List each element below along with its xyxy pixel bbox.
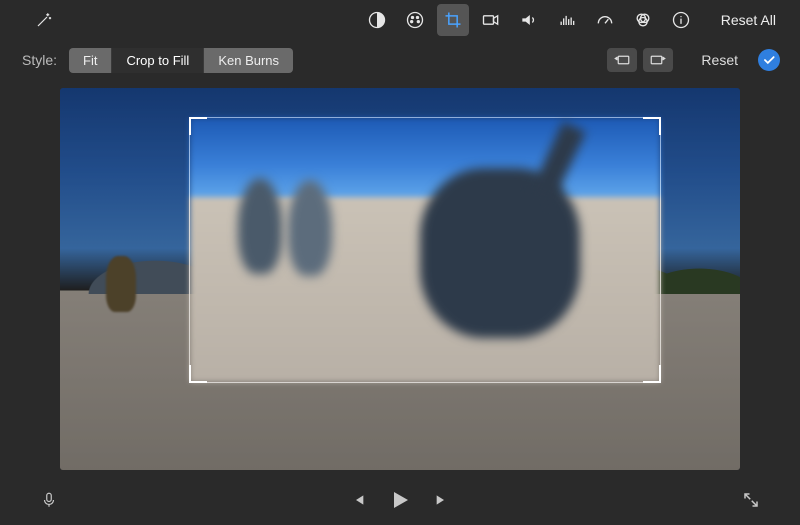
color-balance-icon[interactable]	[627, 4, 659, 36]
crop-handle-bottom-right[interactable]	[643, 365, 661, 383]
camera-icon[interactable]	[475, 4, 507, 36]
next-frame-button[interactable]	[434, 492, 450, 508]
style-option-fit[interactable]: Fit	[69, 48, 112, 73]
crop-selection[interactable]	[190, 118, 660, 382]
rotate-group	[607, 48, 673, 72]
crop-icon[interactable]	[437, 4, 469, 36]
crop-handle-bottom-left[interactable]	[189, 365, 207, 383]
inspector-toolbar: Reset All	[0, 0, 800, 40]
reset-all-button[interactable]: Reset All	[721, 12, 776, 28]
color-palette-icon[interactable]	[399, 4, 431, 36]
info-icon[interactable]	[665, 4, 697, 36]
style-segmented-control: Fit Crop to Fill Ken Burns	[69, 48, 293, 73]
preview-figure	[288, 180, 332, 276]
rotate-ccw-button[interactable]	[607, 48, 637, 72]
equalizer-icon[interactable]	[551, 4, 583, 36]
style-option-crop-to-fill[interactable]: Crop to Fill	[112, 48, 204, 73]
crop-handle-top-right[interactable]	[643, 117, 661, 135]
contrast-icon[interactable]	[361, 4, 393, 36]
speed-gauge-icon[interactable]	[589, 4, 621, 36]
fullscreen-button[interactable]	[742, 491, 760, 509]
style-option-ken-burns[interactable]: Ken Burns	[204, 48, 293, 73]
rotate-cw-button[interactable]	[643, 48, 673, 72]
playback-row	[0, 475, 800, 525]
apply-button[interactable]	[758, 49, 780, 71]
play-button[interactable]	[388, 488, 412, 512]
voiceover-mic-button[interactable]	[40, 489, 58, 511]
magic-wand-icon[interactable]	[28, 4, 60, 36]
prev-frame-button[interactable]	[350, 492, 366, 508]
style-label: Style:	[22, 52, 57, 68]
video-preview[interactable]	[60, 88, 740, 470]
preview-figure	[238, 178, 282, 274]
crop-style-row: Style: Fit Crop to Fill Ken Burns Reset	[0, 40, 800, 80]
reset-button[interactable]: Reset	[701, 52, 738, 68]
crop-handle-top-left[interactable]	[189, 117, 207, 135]
volume-icon[interactable]	[513, 4, 545, 36]
